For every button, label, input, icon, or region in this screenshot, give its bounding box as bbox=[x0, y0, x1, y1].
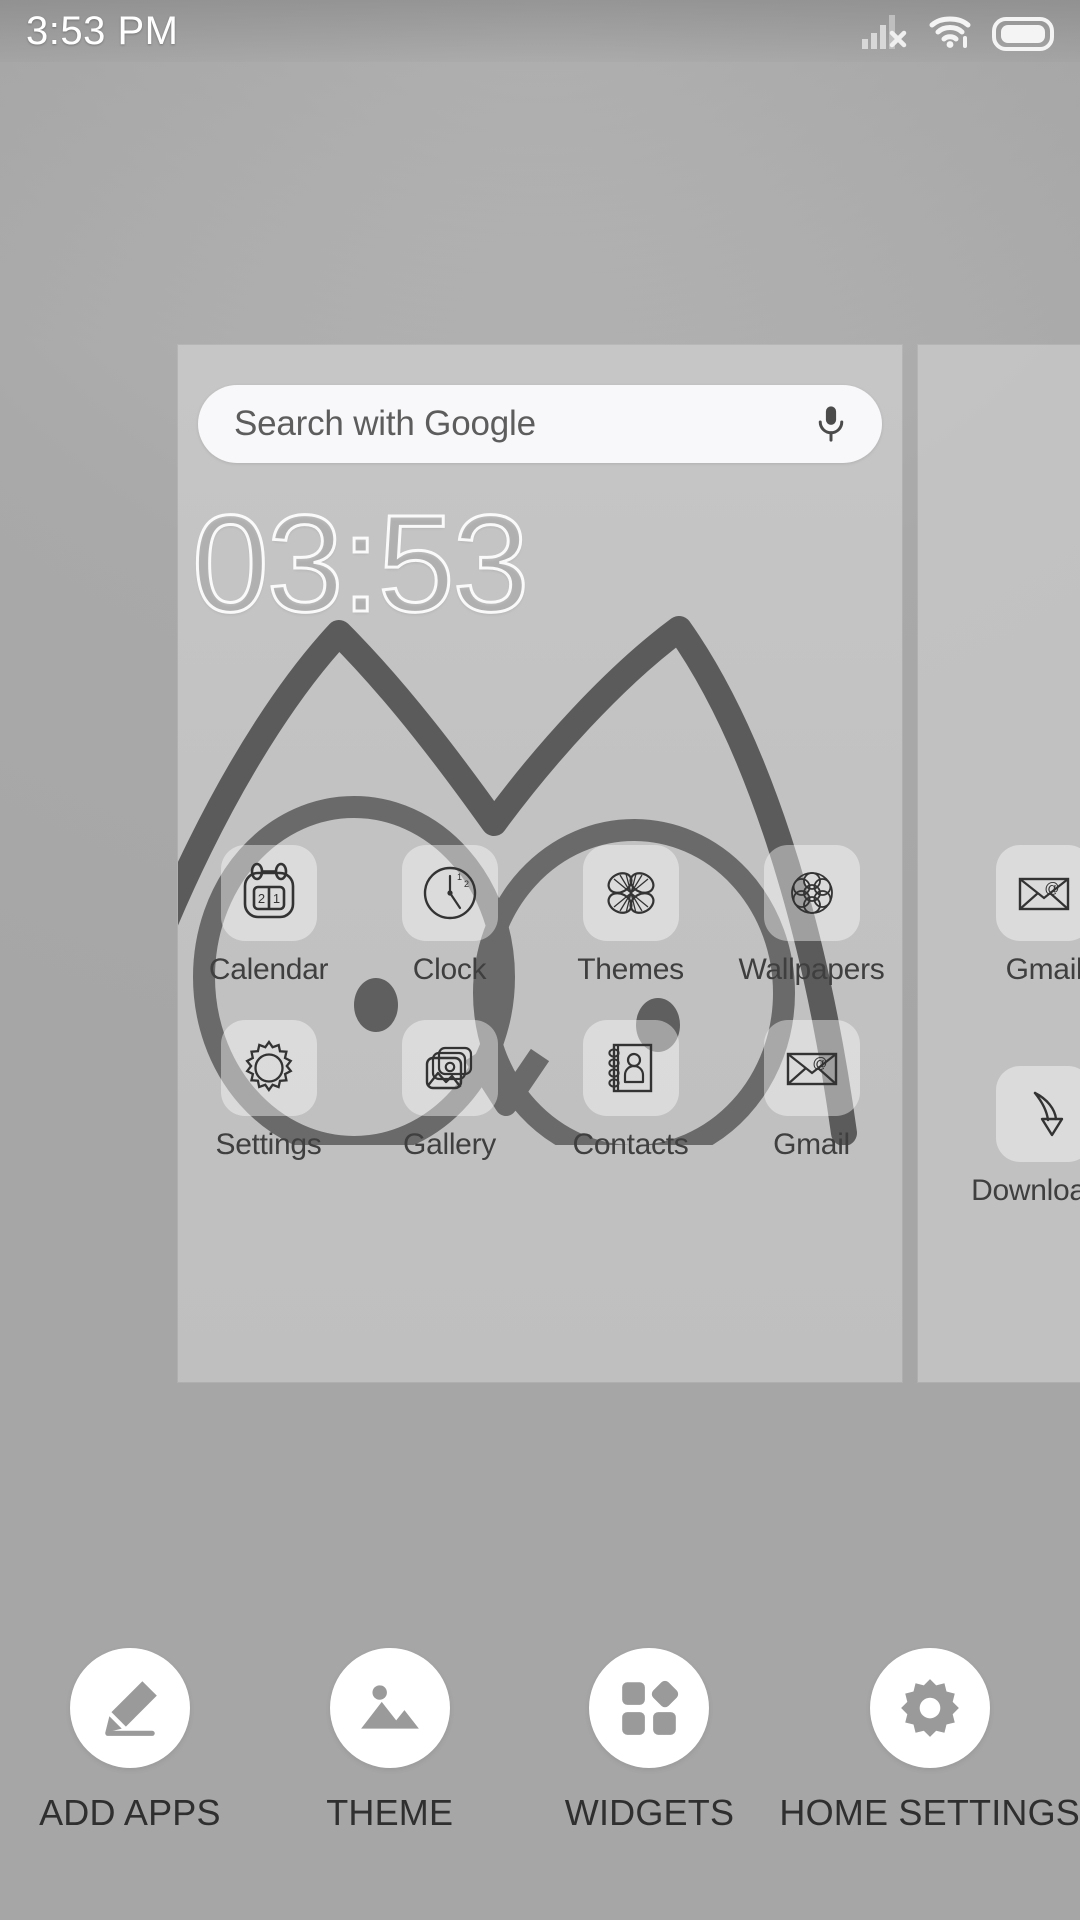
app-tile: 2 1 bbox=[220, 845, 317, 941]
contacts-book-icon bbox=[607, 1043, 652, 1093]
themes-flower-icon bbox=[606, 872, 655, 914]
svg-text:2: 2 bbox=[464, 879, 469, 889]
toolbar-circle bbox=[869, 1648, 990, 1768]
pencil-icon bbox=[105, 1681, 157, 1736]
app-tile bbox=[763, 845, 860, 941]
battery-full-icon bbox=[992, 17, 1054, 51]
app-tile bbox=[401, 1020, 498, 1116]
clock-icon: 1 2 bbox=[423, 866, 476, 920]
envelope-at-icon: @ bbox=[1018, 877, 1070, 911]
app-grid-row-1: 2 1 Calendar 1 2 Clock Themes Wallpapers bbox=[178, 845, 902, 987]
widgets-icon bbox=[622, 1680, 679, 1735]
microphone-icon[interactable] bbox=[814, 404, 848, 444]
app-tile bbox=[582, 845, 679, 941]
toolbar-button-theme[interactable]: THEME bbox=[260, 1648, 520, 1834]
app-grid-row-2: Settings Gallery Contacts @ Gmail bbox=[178, 1020, 902, 1162]
photos-icon bbox=[425, 1046, 472, 1090]
download-arrow-icon bbox=[1033, 1091, 1064, 1137]
app-icon-gallery[interactable]: Gallery bbox=[359, 1020, 540, 1162]
wallpapers-rosette-icon bbox=[790, 872, 833, 914]
signal-no-sim-icon bbox=[862, 15, 907, 49]
svg-text:@: @ bbox=[1044, 880, 1059, 897]
app-label: Themes bbox=[577, 953, 684, 986]
app-tile bbox=[220, 1020, 317, 1116]
app-tile: @ bbox=[996, 845, 1080, 941]
app-label: Contacts bbox=[572, 1128, 689, 1161]
wifi-icon bbox=[929, 16, 971, 48]
status-bar-icons bbox=[862, 11, 1054, 51]
app-label: Settings bbox=[215, 1128, 322, 1161]
toolbar-label: HOME SETTINGS bbox=[779, 1792, 1080, 1833]
toolbar-label: WIDGETS bbox=[564, 1792, 735, 1833]
app-label: Gmail bbox=[773, 1128, 850, 1161]
google-search-widget[interactable]: Search with Google bbox=[198, 385, 882, 463]
status-bar-clock: 3:53 PM bbox=[26, 8, 179, 53]
envelope-at-icon: @ bbox=[786, 1052, 837, 1086]
app-icon-calendar[interactable]: 2 1 Calendar bbox=[178, 845, 359, 987]
svg-text:@: @ bbox=[812, 1055, 827, 1072]
clock-widget[interactable]: 03:53 bbox=[178, 487, 902, 641]
toolbar-circle bbox=[69, 1648, 190, 1768]
image-icon bbox=[360, 1685, 419, 1729]
app-label: Calendar bbox=[208, 953, 329, 986]
app-icon-downloads[interactable]: Downloads bbox=[944, 1066, 1080, 1208]
home-pages-layer: Search with Google 03:53 2 1 Calendar 1 … bbox=[0, 0, 1080, 1920]
next-page-app-column: @ Gmail Downloads bbox=[944, 845, 1080, 1287]
app-icon-clock[interactable]: 1 2 Clock bbox=[359, 845, 540, 987]
toolbar-label: THEME bbox=[326, 1792, 454, 1833]
toolbar-circle bbox=[589, 1648, 710, 1768]
home-edit-toolbar: ADD APPS THEME WIDGETS HOME SETTINGS bbox=[0, 1648, 1080, 1834]
status-bar: 3:53 PM bbox=[0, 0, 1080, 62]
svg-text:1: 1 bbox=[457, 872, 462, 882]
app-label: Downloads bbox=[971, 1174, 1080, 1207]
app-tile: @ bbox=[763, 1020, 860, 1116]
app-icon-gmail[interactable]: @ Gmail bbox=[721, 1020, 902, 1162]
gear-icon bbox=[244, 1039, 293, 1093]
app-label: Clock bbox=[412, 953, 487, 986]
toolbar-button-add-apps[interactable]: ADD APPS bbox=[0, 1648, 260, 1834]
home-page-preview-current[interactable]: Search with Google 03:53 2 1 Calendar 1 … bbox=[178, 345, 902, 1382]
app-tile bbox=[996, 1066, 1080, 1162]
search-placeholder-text: Search with Google bbox=[234, 404, 536, 443]
app-icon-settings[interactable]: Settings bbox=[178, 1020, 359, 1162]
app-label: Gallery bbox=[403, 1128, 496, 1161]
home-page-preview-next[interactable]: @ Gmail Downloads bbox=[918, 345, 1080, 1382]
app-icon-contacts[interactable]: Contacts bbox=[540, 1020, 721, 1162]
app-label: Wallpapers bbox=[738, 953, 885, 986]
toolbar-label: ADD APPS bbox=[39, 1792, 221, 1833]
clock-widget-time: 03:53 bbox=[191, 487, 531, 641]
app-tile bbox=[582, 1020, 679, 1116]
svg-text:2: 2 bbox=[257, 891, 264, 906]
app-label: Gmail bbox=[1005, 953, 1080, 986]
svg-text:1: 1 bbox=[272, 891, 279, 906]
app-tile: 1 2 bbox=[401, 845, 498, 941]
toolbar-button-widgets[interactable]: WIDGETS bbox=[520, 1648, 780, 1834]
app-icon-gmail-next[interactable]: @ Gmail bbox=[944, 845, 1080, 987]
toolbar-circle bbox=[329, 1648, 450, 1768]
app-icon-themes[interactable]: Themes bbox=[540, 845, 721, 987]
gear-icon bbox=[900, 1679, 959, 1737]
calendar-icon: 2 1 bbox=[243, 862, 294, 919]
toolbar-button-home-settings[interactable]: HOME SETTINGS bbox=[779, 1648, 1080, 1834]
app-icon-wallpapers[interactable]: Wallpapers bbox=[721, 845, 902, 987]
